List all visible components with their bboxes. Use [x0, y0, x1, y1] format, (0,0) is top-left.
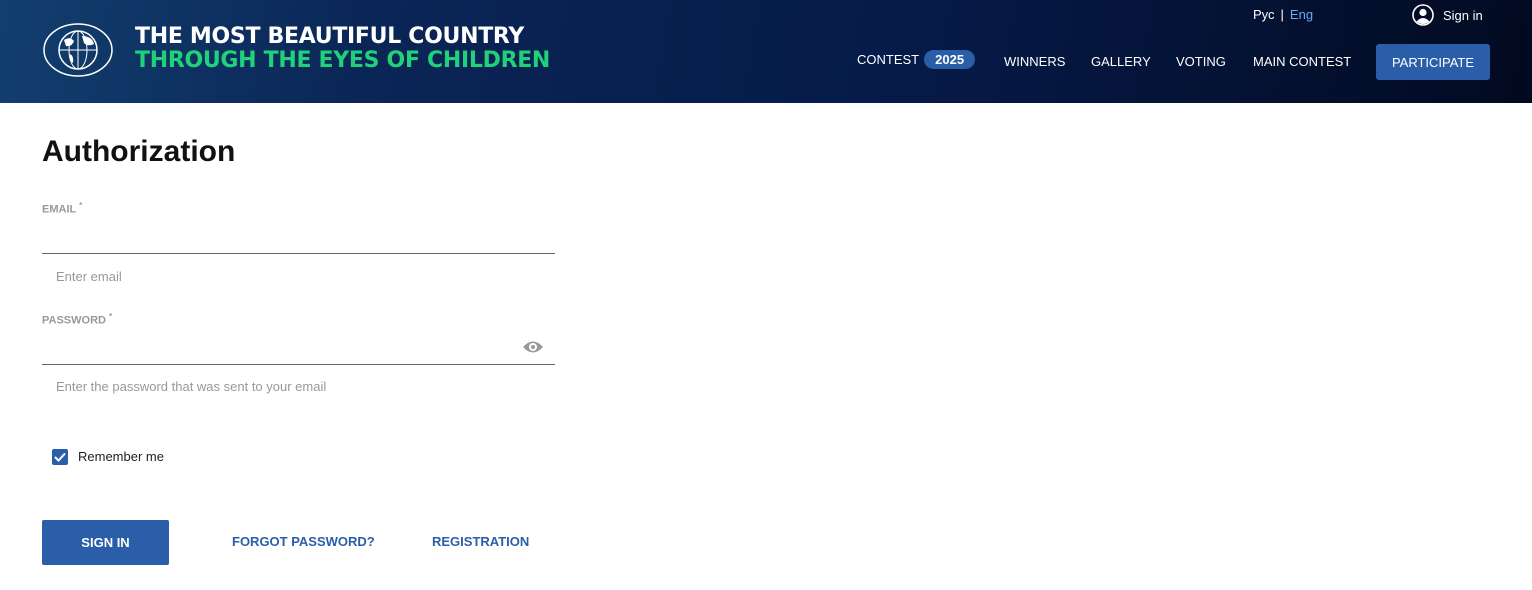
registration-link[interactable]: REGISTRATION — [432, 534, 529, 549]
site-header: THE MOST BEAUTIFUL COUNTRY THROUGH THE E… — [0, 0, 1532, 103]
eye-icon[interactable] — [522, 339, 544, 355]
forgot-password-link[interactable]: FORGOT PASSWORD? — [232, 534, 375, 549]
email-hint: Enter email — [56, 269, 122, 284]
nav-gallery[interactable]: GALLERY — [1091, 54, 1151, 69]
email-input[interactable] — [42, 224, 555, 254]
nav-main-contest[interactable]: MAIN CONTEST — [1253, 54, 1351, 69]
nav-contest[interactable]: CONTEST 2025 — [857, 50, 976, 69]
site-title: THE MOST BEAUTIFUL COUNTRY — [135, 24, 524, 49]
lang-en[interactable]: Eng — [1290, 7, 1313, 22]
user-icon — [1412, 4, 1434, 26]
participate-button[interactable]: PARTICIPATE — [1376, 44, 1490, 80]
nav-contest-label: CONTEST — [857, 52, 920, 67]
password-label: PASSWORD * — [42, 312, 113, 327]
rgo-logo[interactable] — [42, 22, 114, 78]
sign-in-label: Sign in — [1443, 7, 1483, 23]
sign-in-button[interactable]: SIGN IN — [42, 520, 169, 565]
remember-me-label[interactable]: Remember me — [78, 449, 164, 464]
lang-separator: | — [1280, 7, 1284, 22]
contest-year-badge: 2025 — [924, 50, 976, 69]
page-title: Authorization — [42, 135, 236, 168]
language-switcher: Рус | Eng — [1253, 7, 1313, 22]
email-label: EMAIL * — [42, 201, 83, 216]
nav-winners[interactable]: WINNERS — [1004, 54, 1065, 69]
remember-me-checkbox[interactable] — [52, 449, 68, 465]
password-input[interactable] — [42, 335, 555, 365]
password-hint: Enter the password that was sent to your… — [56, 379, 327, 394]
sign-in-link[interactable]: Sign in — [1412, 4, 1483, 26]
lang-ru[interactable]: Рус — [1253, 7, 1275, 22]
nav-voting[interactable]: VOTING — [1176, 54, 1226, 69]
checkmark-icon — [54, 452, 66, 462]
site-subtitle: THROUGH THE EYES OF CHILDREN — [135, 48, 551, 73]
